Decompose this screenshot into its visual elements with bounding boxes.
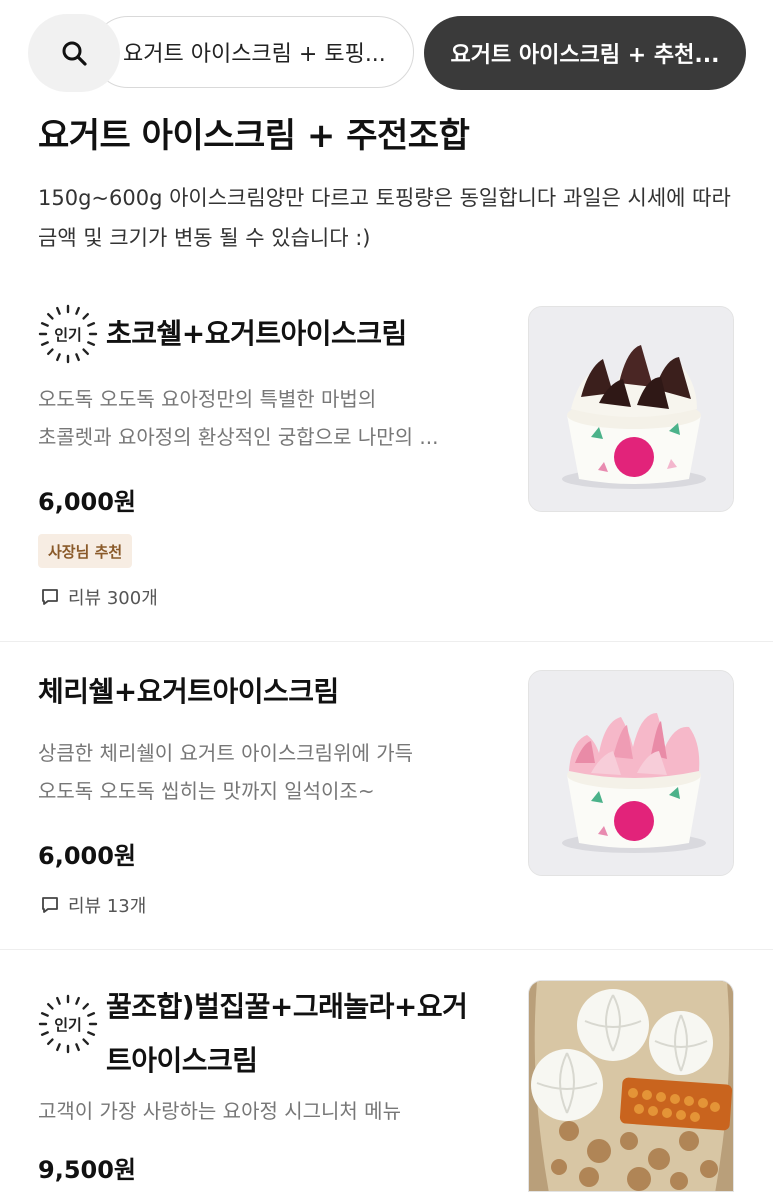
popular-badge: 인기 xyxy=(38,994,98,1054)
item-name: 꿀조합)벌집꿀+그래놀라+요거 트아이스크림 xyxy=(106,980,468,1088)
section-description: 150g~600g 아이스크림양만 다르고 토핑량은 동일합니다 과일은 시세에… xyxy=(38,186,731,250)
review-label: 리뷰 300개 xyxy=(68,588,158,609)
item-price: 6,000원 xyxy=(38,842,136,870)
tab-label: 요거트 아이스크림 + 추천... xyxy=(450,43,720,68)
menu-item[interactable]: 체리쉘+요거트아이스크림 상큼한 체리쉘이 요거트 아이스크림위에 가득 오도독… xyxy=(0,642,773,950)
desc-line: 상큼한 체리쉘이 요거트 아이스크림위에 가득 xyxy=(38,741,414,765)
section-title: 요거트 아이스크림 + 주전조합 xyxy=(38,116,470,156)
menu-item[interactable]: 인기 꿀조합)벌집꿀+그래놀라+요거 트아이스크림 고객이 가장 사랑하는 요아… xyxy=(0,950,773,1192)
cherry-shell-ice-cream-image xyxy=(529,671,733,875)
item-description: 상큼한 체리쉘이 요거트 아이스크림위에 가득 오도독 오도독 씹히는 맛까지 … xyxy=(38,734,508,810)
search-button[interactable] xyxy=(28,14,120,92)
item-price: 6,000원 xyxy=(38,488,136,516)
menu-item[interactable]: 인기 초코쉘+요거트아이스크림 오도독 오도독 요아정만의 특별한 마법의 초콜… xyxy=(0,290,773,642)
item-image[interactable] xyxy=(528,306,734,512)
item-image[interactable] xyxy=(528,670,734,876)
popular-label: 인기 xyxy=(54,1015,82,1034)
owner-recommend-badge: 사장님 추천 xyxy=(38,534,133,568)
review-count[interactable]: 리뷰 13개 xyxy=(40,892,146,918)
desc-line: 고객이 가장 사랑하는 요아정 시그니처 메뉴 xyxy=(38,1099,401,1123)
item-name-line: 꿀조합)벌집꿀+그래놀라+요거 xyxy=(106,990,468,1023)
item-price: 9,500원 xyxy=(38,1156,136,1184)
category-tab-bar: 요거트 아이스크림 + 토핑... 요거트 아이스크림 + 추천... xyxy=(0,0,773,100)
honeycomb-granola-ice-cream-image xyxy=(529,981,733,1191)
item-name: 초코쉘+요거트아이스크림 xyxy=(106,317,407,350)
desc-line: 오도독 오도독 씹히는 맛까지 일석이조~ xyxy=(38,779,375,803)
speech-bubble-icon xyxy=(42,897,58,913)
desc-line: 초콜렛과 요아정의 환상적인 궁합으로 나만의 ... xyxy=(38,425,439,449)
tab-yogurt-recommend[interactable]: 요거트 아이스크림 + 추천... xyxy=(424,16,746,90)
item-image[interactable] xyxy=(528,980,734,1192)
search-icon xyxy=(62,41,87,66)
item-description: 고객이 가장 사랑하는 요아정 시그니처 메뉴 xyxy=(38,1092,508,1130)
choco-shell-ice-cream-image xyxy=(529,307,733,511)
item-description: 오도독 오도독 요아정만의 특별한 마법의 초콜렛과 요아정의 환상적인 궁합으… xyxy=(38,380,508,456)
desc-line: 오도독 오도독 요아정만의 특별한 마법의 xyxy=(38,387,377,411)
tab-yogurt-topping[interactable]: 요거트 아이스크림 + 토핑... xyxy=(92,16,414,88)
popular-badge: 인기 xyxy=(38,304,98,364)
item-name-line: 트아이스크림 xyxy=(106,1044,258,1077)
speech-bubble-icon xyxy=(42,589,58,605)
item-name: 체리쉘+요거트아이스크림 xyxy=(38,675,339,708)
review-count[interactable]: 리뷰 300개 xyxy=(40,584,158,610)
popular-label: 인기 xyxy=(54,325,82,344)
tab-label: 요거트 아이스크림 + 토핑... xyxy=(123,42,386,67)
review-label: 리뷰 13개 xyxy=(68,896,147,917)
